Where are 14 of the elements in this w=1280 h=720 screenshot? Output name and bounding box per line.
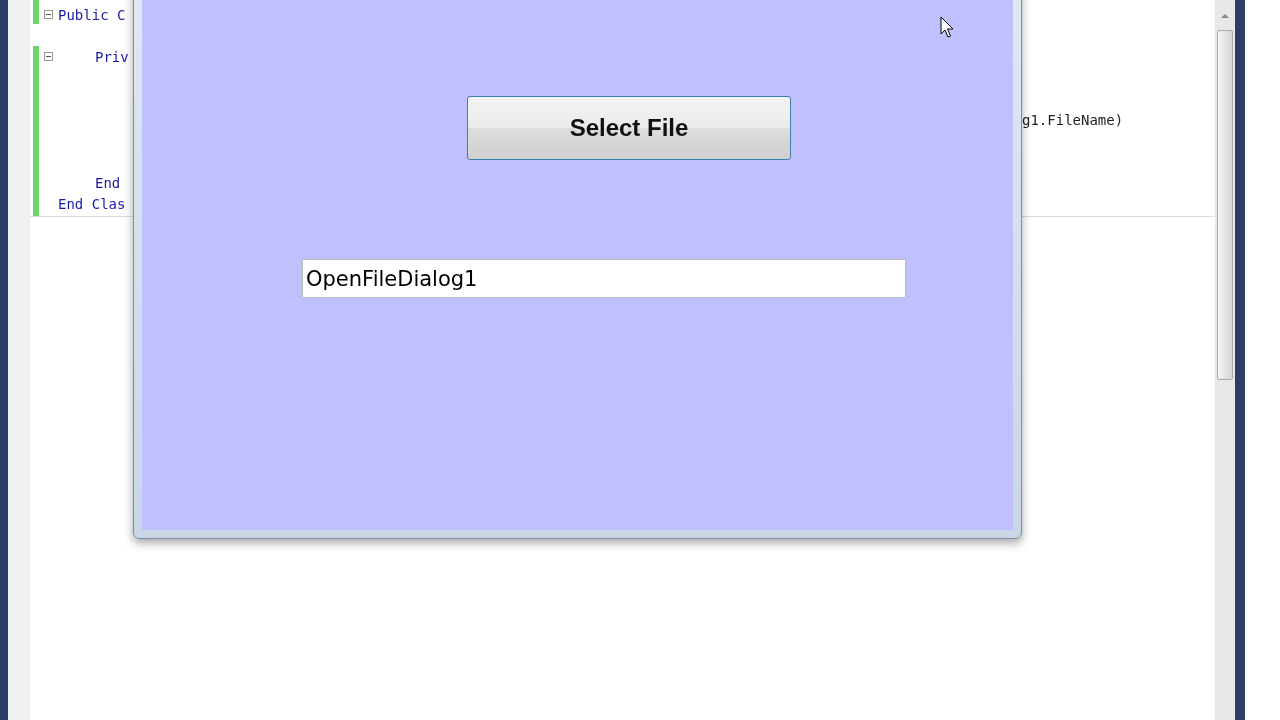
- code-line: g1.FileName): [1022, 111, 1124, 130]
- scroll-up-arrow-icon[interactable]: [1221, 14, 1229, 18]
- select-file-button[interactable]: Select File: [467, 96, 791, 160]
- file-name-textbox[interactable]: OpenFileDialog1: [302, 259, 906, 298]
- mouse-pointer-icon: [940, 16, 954, 38]
- vertical-scrollbar[interactable]: [1215, 0, 1235, 720]
- fold-toggle-icon[interactable]: [44, 52, 53, 61]
- code-line: Priv: [95, 48, 129, 67]
- code-line: End: [95, 174, 121, 193]
- scrollbar-thumb[interactable]: [1217, 30, 1233, 380]
- code-line: End Clas: [58, 195, 126, 214]
- fold-toggle-icon[interactable]: [44, 10, 53, 19]
- code-line: Public C: [58, 6, 126, 25]
- change-marker: [33, 0, 39, 24]
